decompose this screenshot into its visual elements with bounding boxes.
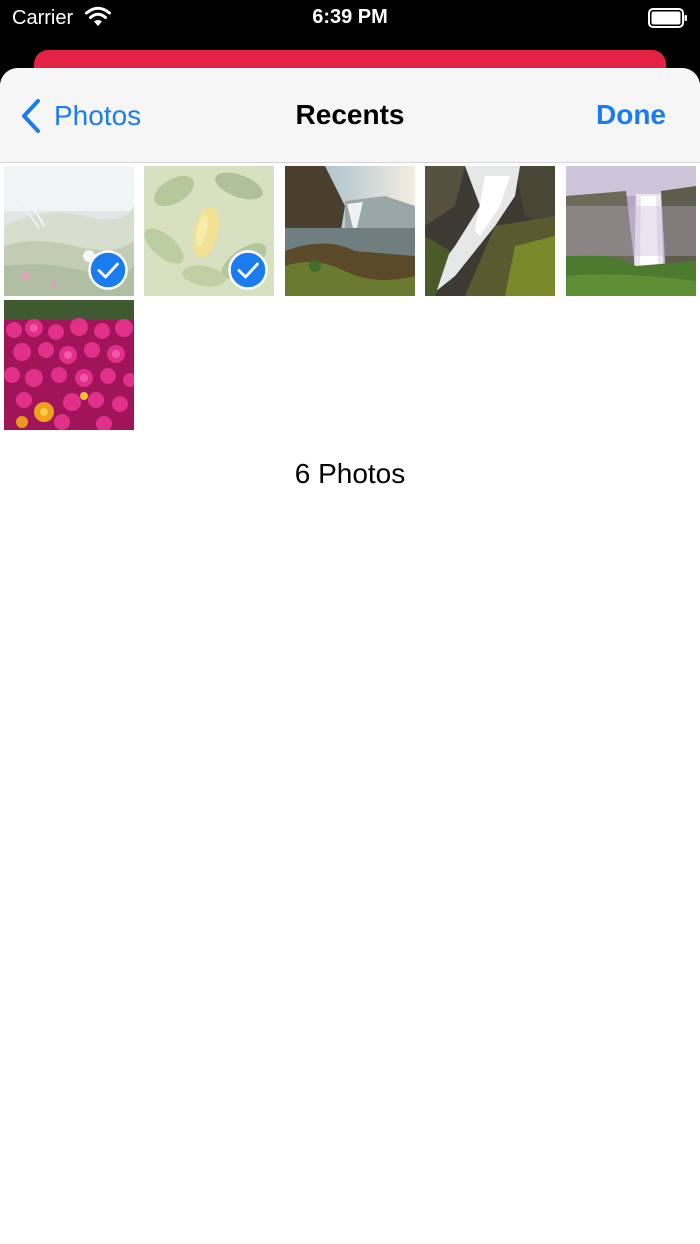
back-button[interactable]: Photos — [20, 96, 141, 136]
photo-thumbnail[interactable] — [285, 166, 415, 296]
waterfall-cliff-image — [566, 166, 696, 296]
battery-full-icon — [648, 8, 687, 28]
photo-thumbnail[interactable] — [144, 166, 274, 296]
photo-count-label: 6 Photos — [294, 458, 406, 489]
status-time: 6:39 PM — [312, 6, 388, 28]
status-bar: Carrier 6:39 PM — [0, 0, 700, 36]
photo-thumbnail[interactable] — [566, 166, 696, 296]
chevron-left-icon — [22, 99, 40, 133]
nav-bar: Photos Recents Done — [0, 68, 700, 163]
checkmark-icon — [88, 250, 128, 290]
checkmark-icon — [228, 250, 268, 290]
photo-thumbnail[interactable] — [4, 166, 134, 296]
photo-thumbnail[interactable] — [4, 300, 134, 430]
photo-thumbnail[interactable] — [425, 166, 555, 296]
photo-picker-sheet: Photos Recents Done 6 Photos — [0, 68, 700, 1244]
waterfall-sunset-image — [285, 166, 415, 296]
waterfall-rocks-image — [425, 166, 555, 296]
pink-flowers-image — [4, 300, 134, 430]
done-button[interactable]: Done — [596, 99, 666, 131]
back-label: Photos — [54, 100, 142, 131]
